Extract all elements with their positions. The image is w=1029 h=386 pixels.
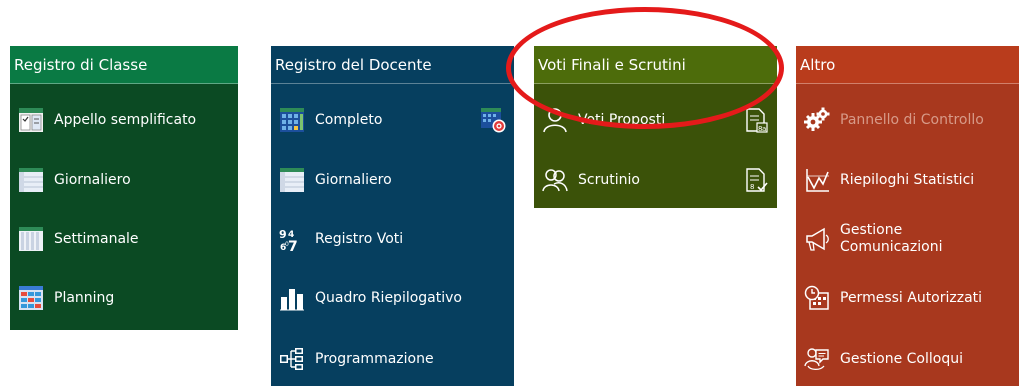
menu-item-scrutinio[interactable]: Scrutinio 8 (534, 160, 777, 200)
menu-item-label: Giornaliero (315, 171, 392, 188)
planning-grid-icon (18, 285, 44, 311)
menu-item-riepiloghi-statistici[interactable]: Riepiloghi Statistici (796, 160, 1019, 200)
altro-body: Pannello di Controllo Riepiloghi Statist… (796, 84, 1019, 386)
menu-item-label: Appello semplificato (54, 111, 197, 128)
voti-finali-panel: Voti Finali e Scrutini Voti Proposti 8a … (534, 46, 777, 208)
daily-sheet-icon (279, 167, 305, 193)
permits-icon (804, 285, 830, 311)
registro-docente-header: Registro del Docente (271, 46, 514, 84)
hierarchy-icon (279, 346, 305, 372)
svg-text:7: 7 (288, 239, 298, 252)
menu-item-label: Completo (315, 111, 383, 128)
menu-item-pannello-di-controllo[interactable]: Pannello di Controllo (796, 100, 1019, 140)
voti-finali-body: Voti Proposti 8a Scrutinio 8 (534, 84, 777, 208)
altro-header: Altro (796, 46, 1019, 84)
chat-people-icon (804, 346, 830, 372)
menu-item-label: Voti Proposti (578, 111, 666, 128)
registro-classe-header: Registro di Classe (10, 46, 238, 84)
menu-item-programmazione[interactable]: Programmazione (271, 339, 514, 379)
menu-item-label: Giornaliero (54, 171, 131, 188)
menu-item-completo[interactable]: Completo (271, 100, 514, 140)
altro-panel: Altro Pannello di Controllo Riepiloghi S… (796, 46, 1019, 386)
menu-item-permessi-autorizzati[interactable]: Permessi Autorizzati (796, 278, 1019, 318)
user-icon (542, 107, 568, 133)
registro-classe-panel: Registro di Classe Appello semplificato … (10, 46, 238, 330)
registro-classe-body: Appello semplificato Giornaliero Settima… (10, 84, 238, 330)
menu-item-registro-voti[interactable]: 94670 Registro Voti (271, 219, 514, 259)
menu-item-label: Gestione Comunicazioni (840, 222, 942, 256)
bar-chart-icon (279, 285, 305, 311)
label-line-1: Gestione (840, 222, 903, 238)
weekly-sheet-icon (18, 226, 44, 252)
menu-item-appello-semplificato[interactable]: Appello semplificato (10, 100, 238, 140)
grades-numbers-icon: 94670 (279, 226, 305, 252)
menu-item-label: Gestione Colloqui (840, 350, 963, 367)
menu-item-label: Quadro Riepilogativo (315, 289, 462, 306)
menu-item-label: Registro Voti (315, 230, 404, 247)
menu-item-label: Settimanale (54, 230, 139, 247)
svg-text:0: 0 (285, 241, 289, 248)
attendance-sheet-icon (18, 107, 44, 133)
registro-docente-body: Completo Giornaliero 94670 Registro Voti… (271, 84, 514, 386)
menu-item-label: Permessi Autorizzati (840, 289, 983, 306)
menu-item-label: Planning (54, 289, 115, 306)
daily-sheet-icon (18, 167, 44, 193)
registro-docente-panel: Registro del Docente Completo Giornalier… (271, 46, 514, 386)
voti-finali-header: Voti Finali e Scrutini (534, 46, 777, 84)
label-line-2: Comunicazioni (840, 239, 943, 255)
megaphone-icon (804, 226, 830, 252)
menu-item-gestione-comunicazioni[interactable]: Gestione Comunicazioni (796, 215, 1019, 263)
menu-item-voti-proposti[interactable]: Voti Proposti 8a (534, 100, 777, 140)
menu-item-label: Scrutinio (578, 171, 640, 188)
menu-item-gestione-colloqui[interactable]: Gestione Colloqui (796, 339, 1019, 379)
menu-item-settimanale[interactable]: Settimanale (10, 219, 238, 259)
menu-item-planning[interactable]: Planning (10, 278, 238, 318)
menu-item-giornaliero-docente[interactable]: Giornaliero (271, 160, 514, 200)
full-register-icon (279, 107, 305, 133)
menu-item-quadro-riepilogativo[interactable]: Quadro Riepilogativo (271, 278, 514, 318)
document-grade-icon[interactable]: 8a (743, 107, 769, 133)
svg-text:a: a (762, 125, 766, 133)
menu-item-label: Programmazione (315, 350, 434, 367)
menu-item-giornaliero-classe[interactable]: Giornaliero (10, 160, 238, 200)
svg-text:9: 9 (279, 228, 287, 241)
register-target-icon[interactable] (480, 107, 506, 133)
menu-item-label: Riepiloghi Statistici (840, 171, 975, 188)
menu-item-label: Pannello di Controllo (840, 111, 984, 128)
document-check-icon[interactable]: 8 (743, 167, 769, 193)
group-icon (542, 167, 568, 193)
svg-text:8: 8 (750, 183, 754, 191)
gears-icon (804, 107, 830, 133)
line-chart-icon (804, 167, 830, 193)
